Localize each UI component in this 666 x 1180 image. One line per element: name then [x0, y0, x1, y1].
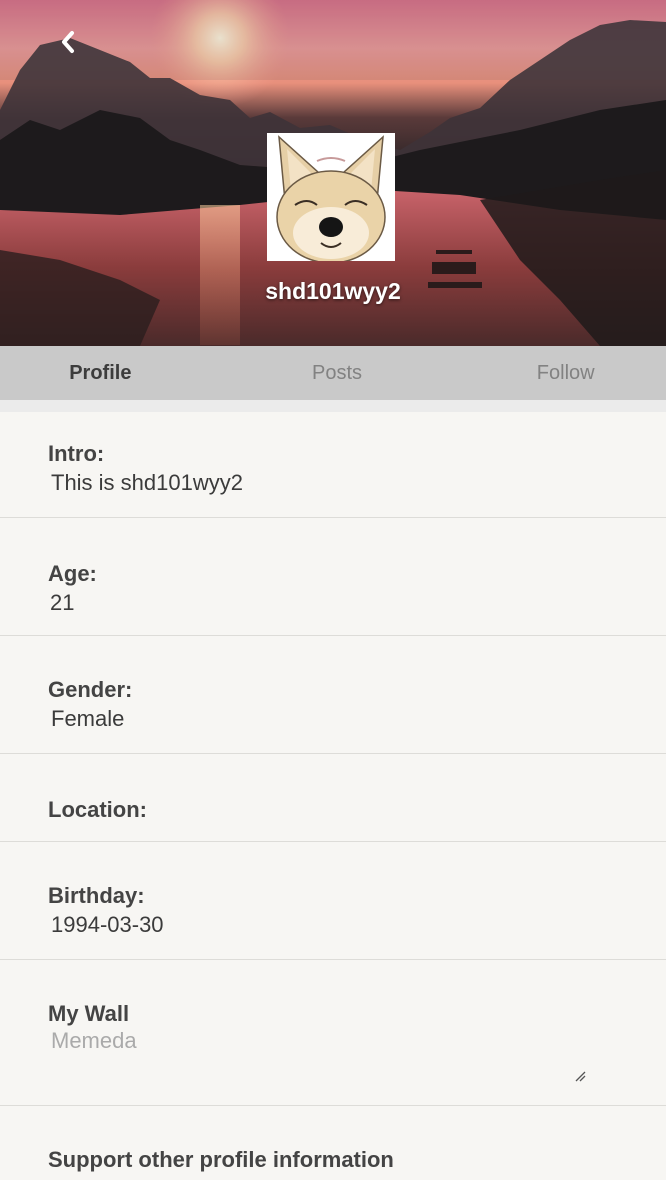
- birthday-row: Birthday: 1994-03-30: [0, 842, 666, 960]
- wall-label: My Wall: [48, 1001, 130, 1026]
- shiba-doge-avatar: [267, 133, 395, 261]
- profile-header: shd101wyy2: [0, 0, 666, 346]
- profile-tabs: Profile Posts Follow: [0, 346, 666, 400]
- top-bar: [0, 0, 666, 80]
- intro-value: This is shd101wyy2: [51, 470, 243, 495]
- avatar[interactable]: [267, 133, 395, 261]
- tab-posts[interactable]: Posts: [227, 346, 438, 400]
- age-label: Age:: [48, 561, 97, 586]
- age-row: Age: 21: [0, 518, 666, 636]
- chevron-left-icon: [62, 31, 74, 53]
- tab-follow[interactable]: Follow: [437, 346, 666, 400]
- profile-details: Intro: This is shd101wyy2 Age: 21 Gender…: [0, 412, 666, 1174]
- username: shd101wyy2: [265, 278, 401, 304]
- tab-divider: [0, 400, 666, 412]
- tab-profile[interactable]: Profile: [0, 346, 227, 400]
- location-label: Location:: [48, 797, 147, 822]
- birthday-label: Birthday:: [48, 883, 145, 908]
- gender-value: Female: [51, 706, 125, 731]
- intro-label: Intro:: [48, 441, 105, 466]
- resize-handle-icon[interactable]: [574, 1070, 586, 1082]
- birthday-value: 1994-03-30: [51, 912, 164, 937]
- wall-row: My Wall: [0, 960, 666, 1106]
- gender-row: Gender: Female: [0, 636, 666, 754]
- wall-textarea[interactable]: [48, 1028, 588, 1078]
- gender-label: Gender:: [48, 677, 133, 702]
- support-row: Support other profile information: [0, 1106, 666, 1174]
- support-label: Support other profile information: [48, 1147, 394, 1172]
- age-value: 21: [50, 590, 75, 615]
- location-row: Location:: [0, 754, 666, 842]
- intro-row: Intro: This is shd101wyy2: [0, 412, 666, 518]
- back-button[interactable]: [48, 22, 88, 62]
